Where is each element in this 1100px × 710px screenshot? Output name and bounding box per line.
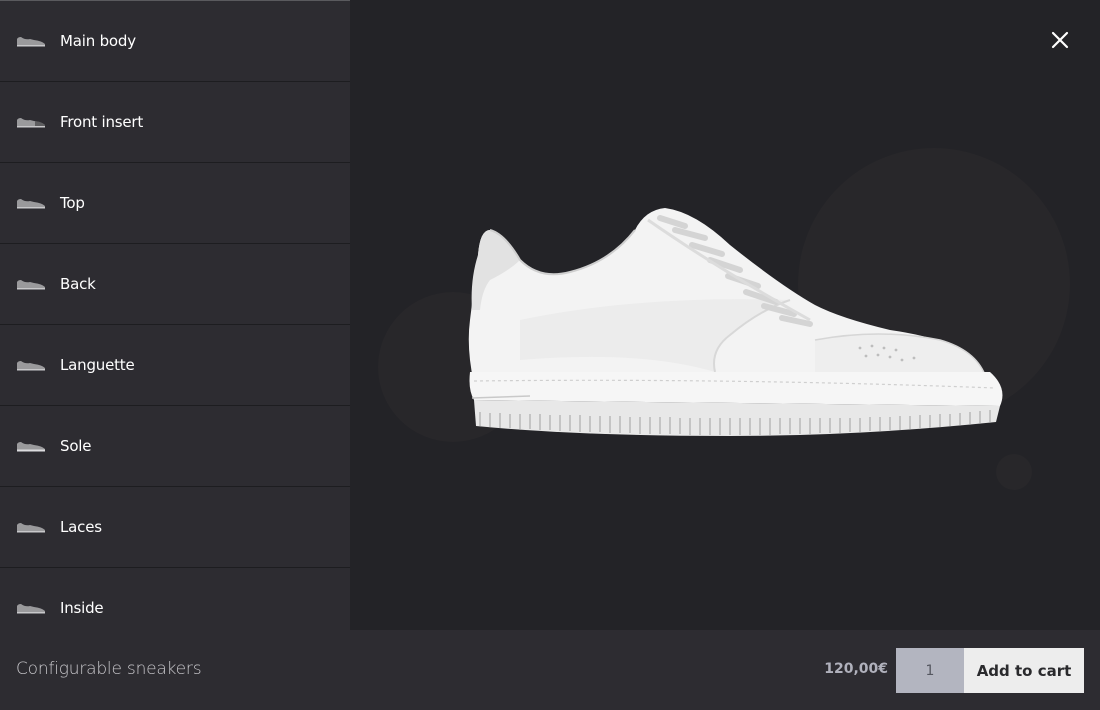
product-preview-stage [350,0,1100,630]
part-item-main-body[interactable]: Main body [0,1,350,82]
sneaker-thumbnail-icon [17,604,45,614]
part-label: Inside [60,599,104,617]
sneaker-thumbnail-icon [17,523,45,533]
part-item-back[interactable]: Back [0,244,350,325]
close-icon[interactable] [1050,30,1070,50]
sneaker-thumbnail-icon [17,442,45,452]
price-label: 120,00€ [824,661,888,677]
part-item-laces[interactable]: Laces [0,487,350,568]
parts-sidebar: Main body Front insert Top Back Languett… [0,0,350,630]
part-label: Laces [60,518,102,536]
part-label: Back [60,275,96,293]
part-label: Languette [60,356,135,374]
part-item-inside[interactable]: Inside [0,568,350,630]
product-title: Configurable sneakers [16,659,202,679]
sneaker-thumbnail-icon [17,199,45,209]
sneaker-thumbnail-icon [17,118,45,128]
part-item-languette[interactable]: Languette [0,325,350,406]
part-label: Top [60,194,85,212]
part-label: Front insert [60,113,144,131]
bottom-bar: Configurable sneakers 120,00€ Add to car… [0,630,1100,710]
quantity-input[interactable] [896,648,964,693]
sneaker-thumbnail-icon [17,361,45,371]
part-label: Sole [60,437,92,455]
part-item-front-insert[interactable]: Front insert [0,82,350,163]
sneaker-preview-image [468,208,1003,436]
part-item-sole[interactable]: Sole [0,406,350,487]
configurator-app: Main body Front insert Top Back Languett… [0,0,1100,710]
sneaker-thumbnail-icon [17,37,45,47]
part-item-top[interactable]: Top [0,163,350,244]
sneaker-thumbnail-icon [17,280,45,290]
part-label: Main body [60,32,136,50]
add-to-cart-button[interactable]: Add to cart [964,648,1084,693]
